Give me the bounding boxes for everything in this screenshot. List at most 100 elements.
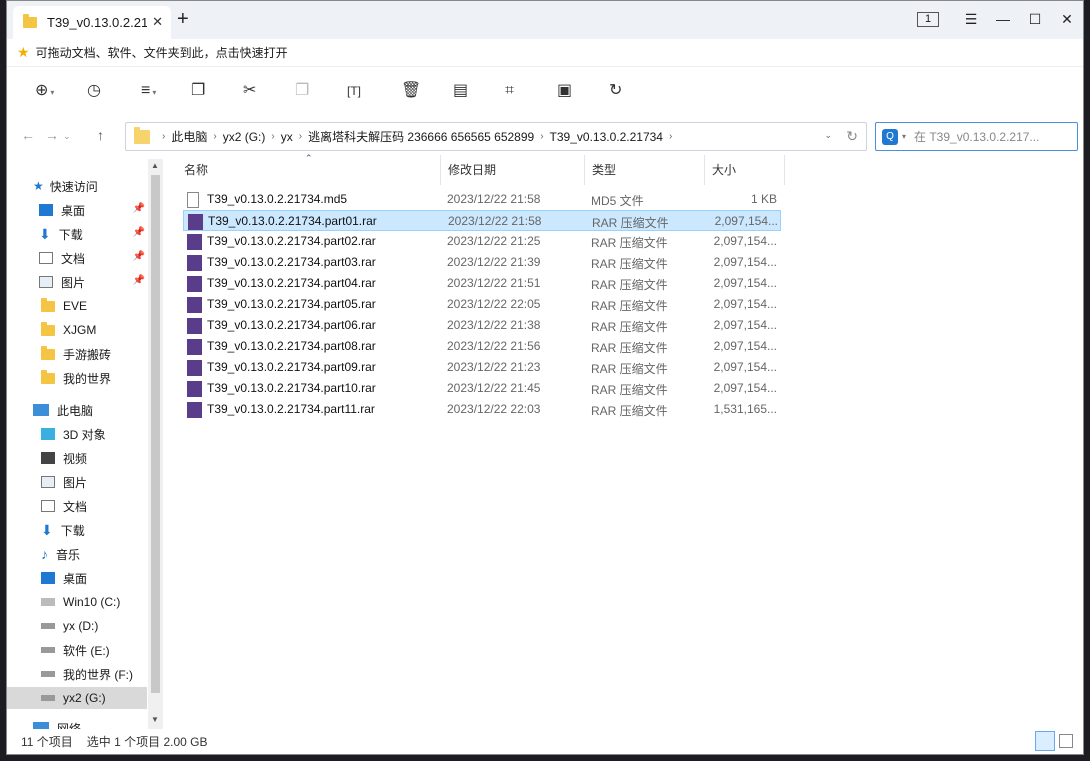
rar-icon bbox=[188, 214, 203, 230]
thumbnail-view-button[interactable] bbox=[1059, 734, 1073, 748]
table-row[interactable]: T39_v0.13.0.2.21734.part02.rar 2023/12/2… bbox=[183, 231, 781, 252]
table-row[interactable]: T39_v0.13.0.2.21734.part11.rar 2023/12/2… bbox=[183, 399, 781, 420]
details-view-button[interactable] bbox=[1035, 731, 1055, 751]
cut-icon[interactable]: ✂ bbox=[243, 81, 256, 101]
table-row[interactable]: T39_v0.13.0.2.21734.part05.rar 2023/12/2… bbox=[183, 294, 781, 315]
history-dropdown-icon[interactable]: ⌄ bbox=[63, 131, 71, 142]
download-icon: ⬇ bbox=[41, 521, 53, 538]
sidebar-item-drive-g[interactable]: yx2 (G:) bbox=[7, 687, 147, 709]
table-row[interactable]: T39_v0.13.0.2.21734.part01.rar 2023/12/2… bbox=[183, 210, 781, 231]
drive-icon bbox=[41, 598, 55, 606]
pin-icon: 📌 bbox=[132, 275, 145, 286]
maximize-button[interactable]: ☐ bbox=[1023, 11, 1047, 28]
drive-icon bbox=[41, 623, 55, 629]
folder-icon bbox=[41, 369, 55, 384]
new-tab-button[interactable]: + bbox=[177, 9, 189, 29]
breadcrumb-yx[interactable]: yx bbox=[281, 130, 293, 144]
window-count-badge[interactable]: 1 bbox=[917, 12, 939, 27]
compress-icon[interactable]: ▣ bbox=[557, 81, 572, 101]
sidebar-item-music[interactable]: ♪ 音乐 bbox=[7, 543, 147, 565]
sidebar-item-xjgm[interactable]: XJGM bbox=[7, 319, 147, 341]
column-header-date[interactable]: 修改日期 bbox=[441, 155, 585, 185]
column-header-size[interactable]: 大小 bbox=[705, 155, 785, 185]
status-bar: 11 个项目 选中 1 个项目 2.00 GB bbox=[7, 729, 1083, 754]
rename-icon[interactable]: [T] bbox=[347, 81, 361, 101]
table-row[interactable]: T39_v0.13.0.2.21734.part06.rar 2023/12/2… bbox=[183, 315, 781, 336]
drive-icon bbox=[41, 647, 55, 653]
forward-button[interactable]: → bbox=[45, 127, 59, 143]
chevron-down-icon[interactable]: ▾ bbox=[902, 132, 906, 141]
search-input[interactable]: 在 T39_v0.13.0.2.217... bbox=[914, 128, 1039, 145]
folder-icon bbox=[41, 321, 55, 336]
pin-icon: 📌 bbox=[132, 251, 145, 262]
crop-icon[interactable]: ⌗ bbox=[505, 81, 514, 101]
breadcrumb-folder[interactable]: 逃离塔科夫解压码 236666 656565 652899 bbox=[308, 128, 534, 145]
sidebar-network[interactable]: 网络 bbox=[7, 717, 147, 729]
favorites-bar[interactable]: ★ 可拖动文档、软件、文件夹到此，点击快速打开 bbox=[7, 39, 1083, 67]
table-row[interactable]: T39_v0.13.0.2.21734.part04.rar 2023/12/2… bbox=[183, 273, 781, 294]
title-bar: T39_v0.13.0.2.217 ✕ + 1 ☰ — ☐ ✕ bbox=[7, 1, 1083, 39]
sidebar-item-pc-pictures[interactable]: 图片 bbox=[7, 471, 147, 493]
column-header-name[interactable]: 名称 bbox=[177, 155, 441, 185]
sidebar-item-drive-f[interactable]: 我的世界 (F:) bbox=[7, 663, 147, 685]
chevron-down-icon[interactable]: ⌄ bbox=[824, 130, 832, 141]
sidebar-item-documents[interactable]: 文档 📌 bbox=[7, 247, 147, 269]
table-row[interactable]: T39_v0.13.0.2.21734.md5 2023/12/22 21:58… bbox=[183, 189, 781, 210]
properties-icon[interactable]: ▤ bbox=[453, 81, 468, 101]
folder-icon bbox=[41, 345, 55, 360]
sidebar-item-pc-documents[interactable]: 文档 bbox=[7, 495, 147, 517]
paste-icon[interactable]: ❐ bbox=[295, 81, 309, 101]
search-box[interactable]: Q ▾ 在 T39_v0.13.0.2.217... bbox=[875, 122, 1078, 151]
delete-icon[interactable]: 🗑 bbox=[401, 81, 421, 101]
sidebar-item-mobile-games[interactable]: 手游搬砖 bbox=[7, 343, 147, 365]
view-icon[interactable]: ≡ ▾ bbox=[141, 81, 156, 103]
table-row[interactable]: T39_v0.13.0.2.21734.part09.rar 2023/12/2… bbox=[183, 357, 781, 378]
sidebar-item-pc-downloads[interactable]: ⬇ 下载 bbox=[7, 519, 147, 541]
sidebar-scrollbar[interactable]: ▲ ▼ bbox=[148, 159, 163, 729]
item-count: 11 个项目 bbox=[21, 735, 73, 749]
back-button[interactable]: ← bbox=[21, 127, 35, 143]
rar-icon bbox=[187, 339, 202, 355]
sidebar-quick-access[interactable]: ★ 快速访问 bbox=[7, 175, 147, 197]
favorites-hint: 可拖动文档、软件、文件夹到此，点击快速打开 bbox=[35, 46, 288, 60]
sidebar-item-my-world[interactable]: 我的世界 bbox=[7, 367, 147, 389]
scroll-up-icon[interactable]: ▲ bbox=[151, 161, 159, 170]
sidebar-item-pc-desktop[interactable]: 桌面 bbox=[7, 567, 147, 589]
breadcrumb-current[interactable]: T39_v0.13.0.2.21734 bbox=[550, 130, 663, 144]
breadcrumb-drive[interactable]: yx2 (G:) bbox=[223, 130, 266, 144]
desktop-icon bbox=[41, 572, 55, 584]
new-icon[interactable]: ⊕ ▾ bbox=[35, 81, 54, 103]
copy-icon[interactable]: ❐ bbox=[191, 81, 205, 101]
sidebar-item-drive-e[interactable]: 软件 (E:) bbox=[7, 639, 147, 661]
sidebar-item-3d-objects[interactable]: 3D 对象 bbox=[7, 423, 147, 445]
sidebar-item-desktop[interactable]: 桌面 📌 bbox=[7, 199, 147, 221]
sidebar-item-pictures[interactable]: 图片 📌 bbox=[7, 271, 147, 293]
menu-icon[interactable]: ☰ bbox=[959, 11, 983, 28]
up-button[interactable]: ↑ bbox=[97, 127, 104, 143]
sidebar-item-eve[interactable]: EVE bbox=[7, 295, 147, 317]
sidebar-item-drive-d[interactable]: yx (D:) bbox=[7, 615, 147, 637]
video-icon bbox=[41, 452, 55, 464]
sidebar-item-downloads[interactable]: ⬇ 下载 📌 bbox=[7, 223, 147, 245]
address-bar[interactable]: › 此电脑 › yx2 (G:) › yx › 逃离塔科夫解压码 236666 … bbox=[125, 122, 867, 151]
close-window-button[interactable]: ✕ bbox=[1055, 11, 1079, 28]
history-icon[interactable]: ◷ bbox=[87, 81, 101, 101]
column-header-type[interactable]: 类型 bbox=[585, 155, 705, 185]
sidebar-item-drive-c[interactable]: Win10 (C:) bbox=[7, 591, 147, 613]
tab-close-icon[interactable]: ✕ bbox=[152, 14, 163, 30]
sidebar-this-pc[interactable]: 此电脑 bbox=[7, 399, 147, 421]
scroll-down-icon[interactable]: ▼ bbox=[151, 715, 159, 724]
minimize-button[interactable]: — bbox=[991, 11, 1015, 27]
drive-icon bbox=[41, 695, 55, 701]
table-row[interactable]: T39_v0.13.0.2.21734.part08.rar 2023/12/2… bbox=[183, 336, 781, 357]
table-row[interactable]: T39_v0.13.0.2.21734.part10.rar 2023/12/2… bbox=[183, 378, 781, 399]
music-icon: ♪ bbox=[41, 546, 48, 562]
breadcrumb-this-pc[interactable]: 此电脑 bbox=[171, 128, 207, 145]
sidebar-item-videos[interactable]: 视频 bbox=[7, 447, 147, 469]
tab-current[interactable]: T39_v0.13.0.2.217 ✕ bbox=[13, 6, 171, 39]
refresh-icon[interactable]: ↻ bbox=[609, 81, 622, 101]
toolbar: ⊕ ▾ ◷ ≡ ▾ ❐ ✂ ❐ [T] 🗑 ▤ ⌗ ▣ ↻ bbox=[7, 67, 1083, 117]
refresh-address-icon[interactable]: ↻ bbox=[846, 128, 858, 145]
scrollbar-thumb[interactable] bbox=[151, 175, 160, 693]
table-row[interactable]: T39_v0.13.0.2.21734.part03.rar 2023/12/2… bbox=[183, 252, 781, 273]
